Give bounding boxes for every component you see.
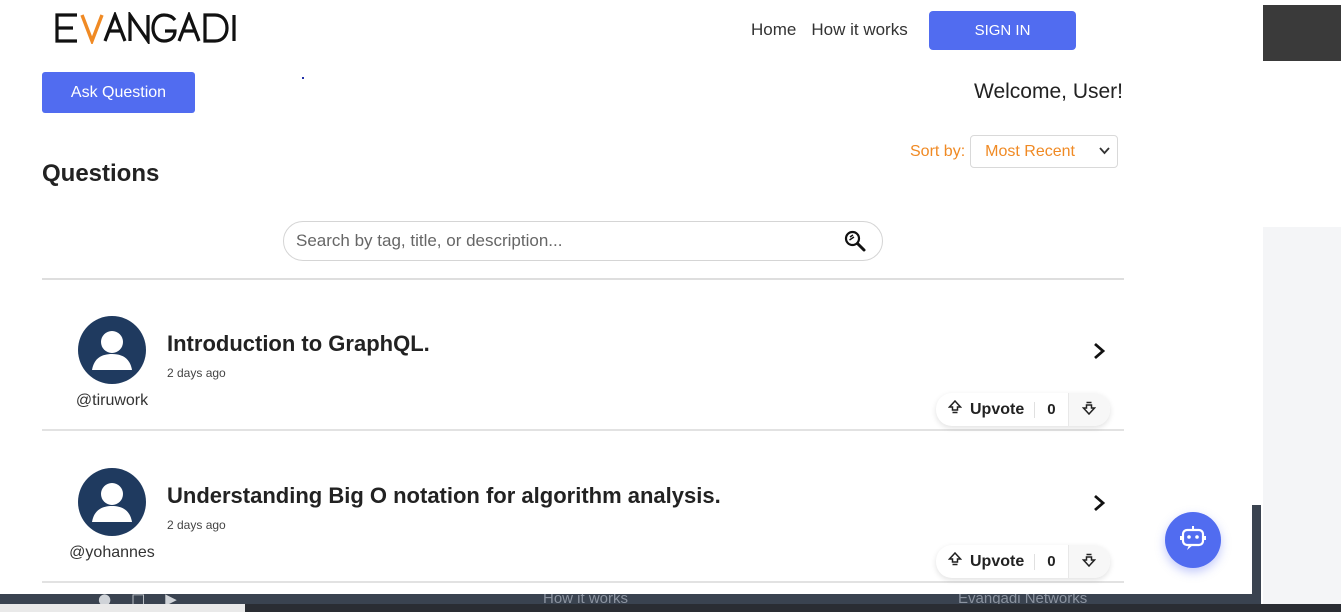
user-avatar-icon: [78, 468, 146, 536]
side-dark-panel: [1263, 5, 1341, 61]
bottom-strip: [0, 604, 1341, 612]
user-avatar-icon: [78, 316, 146, 384]
downvote-button[interactable]: [1067, 393, 1110, 426]
side-grey-panel: [1263, 227, 1341, 612]
side-edge: [1252, 505, 1261, 605]
question-time: 2 days ago: [167, 366, 226, 380]
vote-count: 0: [1034, 553, 1067, 570]
upvote-icon: [947, 551, 970, 571]
logo[interactable]: [55, 12, 267, 44]
nav-home[interactable]: Home: [751, 20, 796, 40]
upvote-label: Upvote: [970, 400, 1025, 418]
upvote-label: Upvote: [970, 552, 1025, 570]
sort-selected-value: Most Recent: [985, 142, 1075, 160]
divider: [42, 278, 1124, 280]
upvote-button[interactable]: Upvote: [936, 545, 1034, 578]
vote-count: 0: [1034, 401, 1067, 418]
sign-in-button[interactable]: SIGN IN: [929, 11, 1076, 50]
chevron-right-icon[interactable]: [1091, 342, 1107, 360]
downvote-icon: [1081, 552, 1097, 571]
chevron-down-icon: [1099, 146, 1110, 158]
search-bar: [283, 221, 883, 261]
vote-control: Upvote 0: [936, 545, 1110, 578]
upvote-icon: [947, 399, 970, 419]
chatbot-button[interactable]: [1165, 512, 1221, 568]
page-title: Questions: [42, 160, 160, 187]
question-row[interactable]: @tiruwork Introduction to GraphQL. 2 day…: [42, 316, 1124, 431]
search-icon[interactable]: [842, 228, 868, 254]
decorative-dot: [302, 77, 304, 79]
sort-control: Sort by: Most Recent: [910, 135, 1119, 168]
downvote-icon: [1081, 400, 1097, 419]
chatbot-icon: [1178, 523, 1208, 557]
chevron-right-icon[interactable]: [1091, 494, 1107, 512]
question-time: 2 days ago: [167, 518, 226, 532]
vote-control: Upvote 0: [936, 393, 1110, 426]
downvote-button[interactable]: [1067, 545, 1110, 578]
top-nav: Home How it works: [751, 11, 923, 49]
upvote-button[interactable]: Upvote: [936, 393, 1034, 426]
search-input[interactable]: [296, 231, 842, 251]
question-username: @yohannes: [69, 544, 155, 561]
nav-how-it-works[interactable]: How it works: [811, 20, 907, 40]
sort-label: Sort by:: [910, 142, 966, 160]
question-row[interactable]: @yohannes Understanding Big O notation f…: [42, 468, 1124, 583]
question-title[interactable]: Introduction to GraphQL.: [167, 331, 430, 357]
ask-question-button[interactable]: Ask Question: [42, 72, 195, 113]
bottom-strip-light: [0, 604, 245, 612]
question-username: @tiruwork: [75, 392, 149, 409]
welcome-message: Welcome, User!: [974, 80, 1123, 103]
question-title[interactable]: Understanding Big O notation for algorit…: [167, 483, 721, 509]
sort-select[interactable]: Most Recent: [970, 135, 1119, 168]
